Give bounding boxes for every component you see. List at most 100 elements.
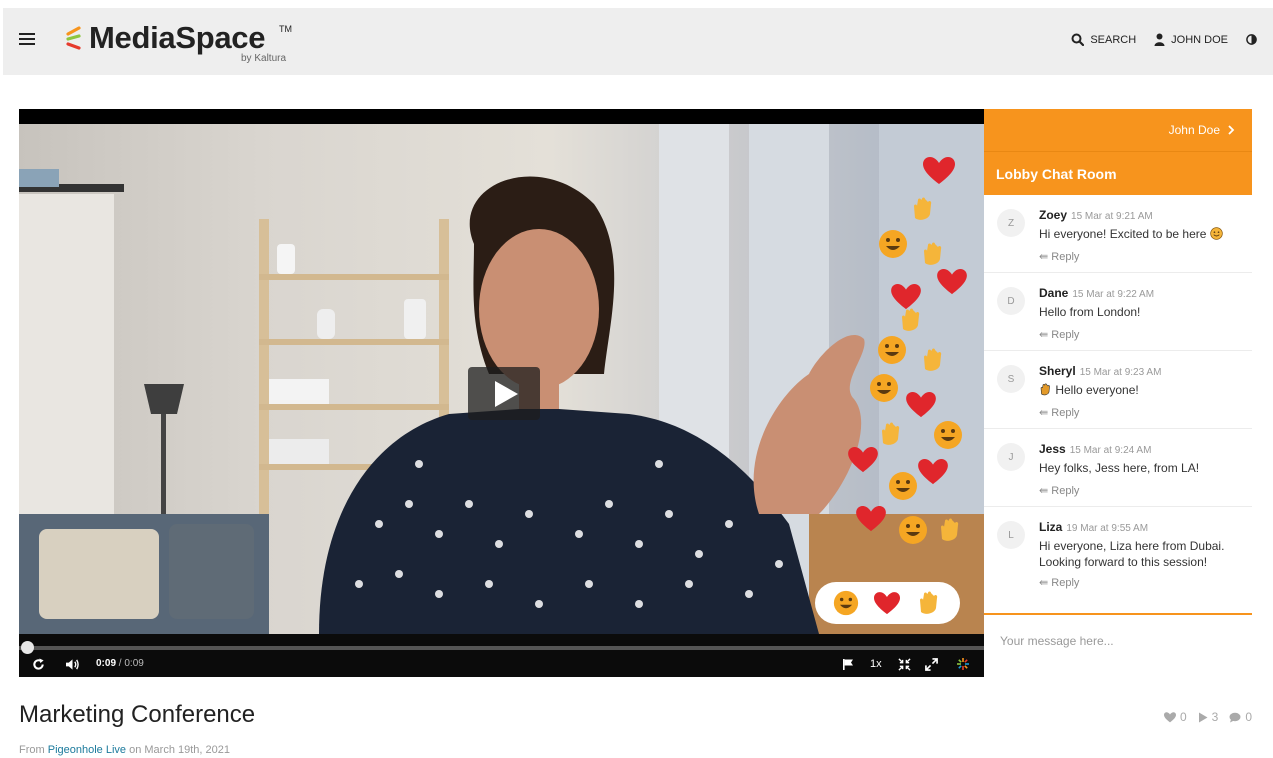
volume-button[interactable] <box>65 654 80 674</box>
replay-icon <box>33 657 44 670</box>
media-title: Marketing Conference <box>19 701 256 728</box>
user-icon <box>1154 33 1165 46</box>
message-author: Dane <box>1039 286 1069 300</box>
search-label: SEARCH <box>1090 33 1137 46</box>
floating-clap-icon <box>924 242 942 265</box>
user-name-label: JOHN DOE <box>1171 33 1228 46</box>
message-text: Hello everyone! <box>1055 383 1139 397</box>
floating-clap-icon <box>941 518 959 541</box>
avatar: Z <box>997 209 1025 237</box>
chat-message: L Liza 19 Mar at 9:55 AM Hi everyone, Liz… <box>984 507 1252 615</box>
play-button[interactable] <box>468 367 540 420</box>
reply-button[interactable]: ⇚ Reply <box>1039 328 1079 341</box>
floating-heart-icon <box>906 392 936 418</box>
kaltura-mark-icon <box>66 26 81 50</box>
message-author: Jess <box>1039 442 1066 456</box>
progress-handle[interactable] <box>21 641 34 654</box>
flag-icon <box>843 659 853 670</box>
avatar: L <box>997 521 1025 549</box>
grinning-face-icon <box>833 590 858 616</box>
video-player[interactable]: 0:09 / 0:09 1x <box>19 109 984 677</box>
message-timestamp: 15 Mar at 9:23 AM <box>1079 367 1162 378</box>
picture-in-picture-button[interactable] <box>898 654 911 674</box>
message-author: Sheryl <box>1039 364 1076 378</box>
volume-icon <box>66 658 79 670</box>
reply-icon: ⇚ <box>1039 577 1049 589</box>
reply-label: Reply <box>1051 407 1080 419</box>
logo-trademark: TM <box>279 24 292 34</box>
menu-icon[interactable] <box>19 33 35 45</box>
search-icon <box>1071 33 1085 46</box>
playback-speed-label: 1x <box>870 658 882 670</box>
clapping-hands-icon <box>920 591 938 614</box>
avatar: D <box>997 287 1025 315</box>
red-heart-icon <box>874 591 901 614</box>
message-text: Hey folks, Jess here, from LA! <box>1039 461 1200 475</box>
message-text: Hi everyone! Excited to be here <box>1039 227 1207 241</box>
reply-button[interactable]: ⇚ Reply <box>1039 576 1079 589</box>
chat-user-name: John Doe <box>1168 123 1220 137</box>
floating-clap-icon <box>914 197 932 220</box>
reply-label: Reply <box>1051 329 1080 341</box>
reply-button[interactable]: ⇚ Reply <box>1039 484 1079 497</box>
user-menu-button[interactable]: JOHN DOE <box>1154 33 1228 46</box>
floating-heart-icon <box>856 506 886 532</box>
time-display: 0:09 / 0:09 <box>96 658 144 669</box>
duration: / 0:09 <box>118 658 144 669</box>
reply-button[interactable]: ⇚ Reply <box>1039 406 1079 419</box>
message-timestamp: 15 Mar at 9:22 AM <box>1072 289 1155 300</box>
floating-grin-icon <box>870 374 898 402</box>
contrast-toggle[interactable] <box>1246 34 1257 45</box>
react-grin-button[interactable] <box>832 589 860 617</box>
floating-heart-icon <box>848 447 878 473</box>
message-text: Hello from London! <box>1039 305 1141 319</box>
reply-label: Reply <box>1051 577 1080 589</box>
video-frame[interactable] <box>19 124 984 634</box>
progress-bar[interactable] <box>19 641 984 654</box>
chat-user-link[interactable]: John Doe <box>984 109 1252 151</box>
kaltura-burst-icon <box>957 658 969 670</box>
play-count-icon <box>1198 712 1208 722</box>
media-stats: 0 3 0 <box>1163 710 1252 724</box>
publish-date: on March 19th, 2021 <box>129 744 230 756</box>
floating-heart-icon <box>918 459 948 485</box>
comments-stat[interactable]: 0 <box>1229 710 1252 724</box>
reply-button[interactable]: ⇚ Reply <box>1039 250 1079 263</box>
message-author: Liza <box>1039 520 1063 534</box>
reply-icon: ⇚ <box>1039 251 1049 263</box>
chat-room-title: Lobby Chat Room <box>984 151 1252 195</box>
reactions-bar <box>815 582 960 624</box>
playback-speed-button[interactable]: 1x <box>870 654 882 674</box>
reply-label: Reply <box>1051 485 1080 497</box>
react-heart-button[interactable] <box>873 589 901 617</box>
plays-count: 3 <box>1211 710 1219 724</box>
flag-button[interactable] <box>842 654 854 674</box>
replay-button[interactable] <box>32 654 45 674</box>
reply-icon: ⇚ <box>1039 485 1049 497</box>
message-author: Zoey <box>1039 208 1068 222</box>
fullscreen-button[interactable] <box>925 654 938 674</box>
floating-heart-icon <box>937 269 967 295</box>
floating-grin-icon <box>889 472 917 500</box>
message-timestamp: 19 Mar at 9:55 AM <box>1066 523 1149 534</box>
react-clap-button[interactable] <box>915 589 943 617</box>
channel-link[interactable]: Pigeonhole Live <box>48 744 126 756</box>
chat-message-list[interactable]: Z Zoey 15 Mar at 9:21 AM Hi everyone! Exc… <box>984 195 1252 615</box>
smiling-face-icon <box>1210 227 1223 240</box>
waving-hand-icon <box>1040 383 1050 396</box>
likes-stat[interactable]: 0 <box>1163 710 1187 724</box>
floating-clap-icon <box>902 308 920 331</box>
search-button[interactable]: SEARCH <box>1071 33 1136 46</box>
message-text: Hi everyone, Liza here from Dubai. Looki… <box>1039 539 1225 569</box>
heart-icon <box>1163 711 1176 722</box>
from-prefix: From <box>19 744 45 756</box>
avatar: J <box>997 443 1025 471</box>
message-timestamp: 15 Mar at 9:24 AM <box>1069 445 1152 456</box>
top-bar: MediaSpace TM by Kaltura SEARCH JOHN DOE <box>3 8 1273 75</box>
logo-text: MediaSpace <box>89 20 266 55</box>
chat-message: Z Zoey 15 Mar at 9:21 AM Hi everyone! Exc… <box>984 195 1252 273</box>
kaltura-logo-button[interactable] <box>956 654 970 674</box>
reply-icon: ⇚ <box>1039 329 1049 341</box>
media-source-line: From Pigeonhole Live on March 19th, 2021 <box>19 744 230 756</box>
chat-message-input[interactable] <box>1000 634 1240 648</box>
